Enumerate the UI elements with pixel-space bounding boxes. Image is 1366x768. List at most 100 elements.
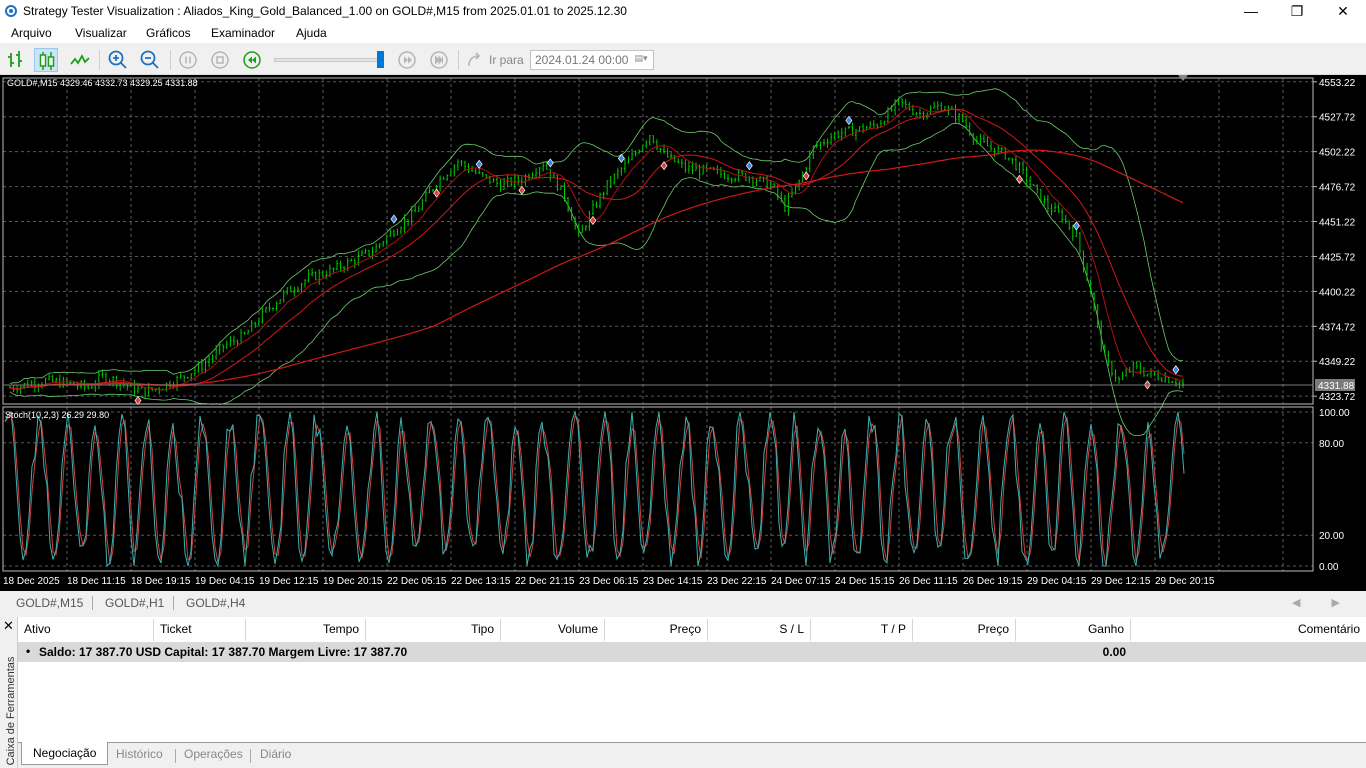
price-tick-label: 4527.72	[1319, 113, 1356, 124]
close-window-button[interactable]: ✕	[1320, 0, 1366, 23]
time-tick-label: 23 Dec 22:15	[707, 576, 767, 587]
toolbox-tabs: Negociação Histórico Operações Diário	[18, 742, 1366, 768]
time-tick-label: 24 Dec 15:15	[835, 576, 895, 587]
stochastic-indicator	[4, 410, 1185, 568]
candles-series	[9, 98, 1184, 399]
time-tick-label: 29 Dec 12:15	[1091, 576, 1151, 587]
price-tick-label: 4349.22	[1319, 357, 1356, 368]
line-chart-icon[interactable]	[68, 48, 92, 72]
col-preco-open[interactable]: Preço	[605, 619, 708, 641]
balance-row[interactable]: • Saldo: 17 387.70 USD Capital: 17 387.7…	[18, 642, 1366, 662]
price-chart[interactable]: 4553.22 4527.72 4502.22 4476.72 4451.22 4425.…	[0, 75, 1366, 591]
stoch-info-label: Stoch(10,2,3) 26.29 29.80	[5, 410, 109, 420]
calendar-dropdown-icon[interactable]: ▤▾	[631, 53, 651, 67]
col-comentario[interactable]: Comentário	[1131, 619, 1366, 641]
time-tick-label: 19 Dec 12:15	[259, 576, 319, 587]
minimize-button[interactable]: —	[1228, 0, 1274, 23]
time-tick-label: 18 Dec 11:15	[67, 576, 126, 587]
tab-scroll-arrows[interactable]: ◀ ▶	[1292, 596, 1354, 609]
buy-arrow-icon	[546, 158, 554, 168]
menu-graficos[interactable]: Gráficos	[146, 26, 191, 40]
rewind-icon[interactable]	[240, 48, 264, 72]
time-tick-label: 22 Dec 21:15	[515, 576, 575, 587]
symbol-tab-h4[interactable]: GOLD#,H4	[186, 596, 245, 610]
symbol-tabs: GOLD#,M15 GOLD#,H1 GOLD#,H4 ◀ ▶	[0, 591, 1366, 616]
symbol-tab-m15[interactable]: GOLD#,M15	[16, 596, 83, 610]
moving-averages	[9, 105, 1184, 391]
goto-icon[interactable]	[464, 48, 488, 72]
chart-labels: 4553.22 4527.72 4502.22 4476.72 4451.22 4425.…	[3, 75, 1356, 587]
slow-ma-line	[9, 149, 1184, 390]
bar-chart-icon[interactable]	[5, 48, 29, 72]
time-tick-label: 26 Dec 11:15	[899, 576, 958, 587]
price-tick-label: 4476.72	[1319, 183, 1356, 194]
buy-arrow-icon	[745, 161, 753, 171]
price-tick-label: 4323.72	[1319, 392, 1356, 403]
menu-visualizar[interactable]: Visualizar	[75, 26, 127, 40]
toolbar-separator	[458, 50, 459, 70]
symbol-tab-h1[interactable]: GOLD#,H1	[105, 596, 164, 610]
trade-table-header: Ativo Ticket Tempo Tipo Volume Preço S /…	[18, 619, 1366, 641]
time-tick-label: 29 Dec 20:15	[1155, 576, 1215, 587]
stoch-tick-label: 80.00	[1319, 439, 1344, 450]
price-tick-label: 4553.22	[1319, 78, 1356, 89]
tab-operacoes[interactable]: Operações	[184, 747, 243, 761]
fast-ma-line	[9, 105, 1184, 391]
time-tick-label: 23 Dec 06:15	[579, 576, 639, 587]
fast-forward-icon[interactable]	[427, 48, 451, 72]
lower-band	[9, 122, 1184, 437]
col-tipo[interactable]: Tipo	[366, 619, 501, 641]
tab-negociacao[interactable]: Negociação	[21, 742, 109, 765]
balance-profit: 0.00	[1102, 645, 1126, 659]
zoom-in-icon[interactable]	[106, 48, 130, 72]
menu-arquivo[interactable]: Arquivo	[11, 26, 52, 40]
zoom-out-icon[interactable]	[138, 48, 162, 72]
sell-arrow-icon	[589, 215, 597, 226]
col-ativo[interactable]: Ativo	[18, 619, 154, 641]
toolbox-label: Caixa de Ferramentas	[5, 656, 17, 766]
col-volume[interactable]: Volume	[501, 619, 605, 641]
buy-arrow-icon	[845, 115, 853, 126]
current-price-label: 4331.88	[1318, 381, 1355, 392]
menu-examinador[interactable]: Examinador	[211, 26, 275, 40]
col-ticket[interactable]: Ticket	[154, 619, 246, 641]
close-toolbox-icon[interactable]: ✕	[3, 619, 14, 632]
balance-bullet: •	[26, 644, 31, 658]
stoch-panel-border	[2, 406, 1314, 572]
tab-diario[interactable]: Diário	[260, 747, 291, 761]
stop-icon[interactable]	[208, 48, 232, 72]
time-tick-label: 19 Dec 20:15	[323, 576, 383, 587]
chart-grid	[3, 78, 1313, 571]
toolbar: Ir para 2024.01.24 00:00 ▤▾	[0, 44, 1366, 75]
menu-ajuda[interactable]: Ajuda	[296, 26, 327, 40]
pause-icon[interactable]	[176, 48, 200, 72]
tab-historico[interactable]: Histórico	[116, 747, 163, 761]
time-tick-label: 22 Dec 13:15	[451, 576, 511, 587]
col-ganho[interactable]: Ganho	[1016, 619, 1131, 641]
tab-separator	[92, 596, 93, 610]
goto-label: Ir para	[489, 53, 524, 67]
col-preco-current[interactable]: Preço	[913, 619, 1016, 641]
sell-arrow-icon	[660, 161, 668, 171]
title-bar: Strategy Tester Visualization : Aliados_…	[0, 0, 1366, 23]
time-tick-label: 18 Dec 2025	[3, 576, 60, 587]
candlestick-icon[interactable]	[34, 48, 58, 72]
time-tick-label: 22 Dec 05:15	[387, 576, 447, 587]
step-icon[interactable]	[395, 48, 419, 72]
speed-slider-thumb[interactable]	[377, 51, 384, 68]
col-sl[interactable]: S / L	[708, 619, 811, 641]
speed-slider-track[interactable]	[274, 58, 384, 62]
goto-date-field[interactable]: 2024.01.24 00:00 ▤▾	[530, 50, 654, 70]
price-tick-label: 4400.22	[1319, 287, 1356, 298]
chart-area[interactable]: 4553.22 4527.72 4502.22 4476.72 4451.22 4425.…	[0, 75, 1366, 591]
col-tp[interactable]: T / P	[811, 619, 913, 641]
toolbar-separator	[170, 50, 171, 70]
tab-separator	[250, 749, 251, 763]
col-tempo[interactable]: Tempo	[246, 619, 366, 641]
maximize-button[interactable]: ❐	[1274, 0, 1320, 23]
sell-arrow-icon	[518, 185, 526, 195]
sell-arrow-icon	[802, 171, 810, 181]
app-icon	[5, 5, 17, 17]
time-tick-label: 26 Dec 19:15	[963, 576, 1023, 587]
time-tick-label: 23 Dec 14:15	[643, 576, 703, 587]
